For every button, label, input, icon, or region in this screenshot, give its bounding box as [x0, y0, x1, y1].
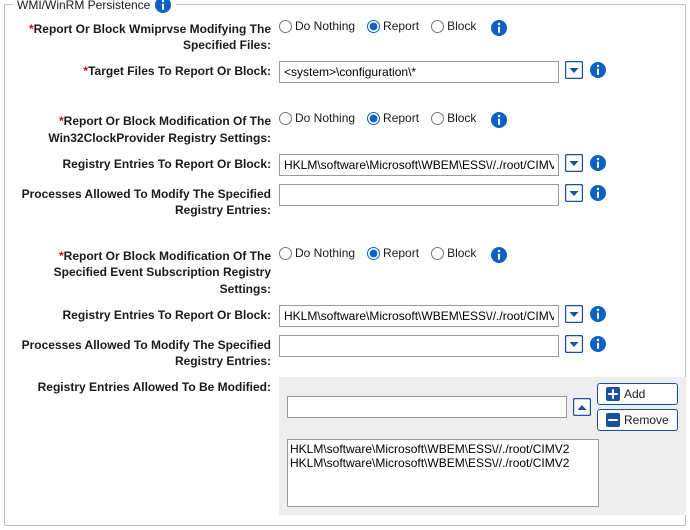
s3-proc-input[interactable] [279, 335, 559, 357]
s1-action-row: *Report Or Block Wmiprvse Modifying The … [11, 19, 679, 53]
s2-proc-input[interactable] [279, 184, 559, 206]
s3-radio-group: Do Nothing Report Block [279, 246, 484, 260]
plus-icon [606, 387, 620, 401]
s1-radio-group: Do Nothing Report Block [279, 19, 484, 33]
collapse-icon[interactable] [573, 398, 591, 416]
s1-radio-do-nothing[interactable]: Do Nothing [279, 19, 355, 33]
s1-target-label: *Target Files To Report Or Block: [11, 61, 271, 79]
s3-action-row: *Report Or Block Modification Of The Spe… [11, 246, 679, 297]
s2-action-row: *Report Or Block Modification Of The Win… [11, 111, 679, 145]
s2-reg-row: Registry Entries To Report Or Block: [11, 154, 679, 176]
s1-label: *Report Or Block Wmiprvse Modifying The … [11, 19, 271, 53]
s3-radio-do-nothing[interactable]: Do Nothing [279, 246, 355, 260]
s3-proc-row: Processes Allowed To Modify The Specifie… [11, 335, 679, 369]
dropdown-icon[interactable] [565, 184, 583, 202]
s2-proc-label: Processes Allowed To Modify The Specifie… [11, 184, 271, 218]
s1-target-row: *Target Files To Report Or Block: [11, 61, 679, 83]
info-icon[interactable] [589, 184, 607, 202]
panel-legend: WMI/WinRM Persistence [13, 0, 176, 14]
s3-allowed-row: Registry Entries Allowed To Be Modified:… [11, 377, 679, 515]
s1-radio-block[interactable]: Block [431, 19, 476, 33]
remove-button[interactable]: Remove [597, 409, 678, 431]
s2-radio-group: Do Nothing Report Block [279, 111, 484, 125]
add-button[interactable]: Add [597, 383, 678, 405]
s3-reg-input[interactable] [279, 305, 559, 327]
s2-radio-do-nothing[interactable]: Do Nothing [279, 111, 355, 125]
dropdown-icon[interactable] [565, 305, 583, 323]
info-icon[interactable] [154, 0, 172, 14]
s2-reg-input[interactable] [279, 154, 559, 176]
s3-allowed-input[interactable] [287, 396, 567, 418]
s3-radio-block[interactable]: Block [431, 246, 476, 260]
panel-title: WMI/WinRM Persistence [17, 0, 150, 12]
wmi-winrm-persistence-panel: WMI/WinRM Persistence *Report Or Block W… [4, 4, 686, 526]
dropdown-icon[interactable] [565, 154, 583, 172]
s3-allowed-label: Registry Entries Allowed To Be Modified: [11, 377, 271, 395]
s3-radio-report[interactable]: Report [367, 246, 419, 260]
info-icon[interactable] [589, 61, 607, 79]
info-icon[interactable] [589, 154, 607, 172]
s2-radio-block[interactable]: Block [431, 111, 476, 125]
info-icon[interactable] [589, 335, 607, 353]
s3-reg-row: Registry Entries To Report Or Block: [11, 305, 679, 327]
s2-label: *Report Or Block Modification Of The Win… [11, 111, 271, 145]
s3-allowed-list[interactable] [287, 439, 599, 507]
s2-proc-row: Processes Allowed To Modify The Specifie… [11, 184, 679, 218]
s3-reg-label: Registry Entries To Report Or Block: [11, 305, 271, 323]
s2-reg-label: Registry Entries To Report Or Block: [11, 154, 271, 172]
minus-icon [606, 413, 620, 427]
s3-label: *Report Or Block Modification Of The Spe… [11, 246, 271, 297]
info-icon[interactable] [589, 305, 607, 323]
s3-allowed-group: Add Remove [279, 377, 686, 515]
s1-radio-report[interactable]: Report [367, 19, 419, 33]
s3-proc-label: Processes Allowed To Modify The Specifie… [11, 335, 271, 369]
dropdown-icon[interactable] [565, 335, 583, 353]
dropdown-icon[interactable] [565, 61, 583, 79]
s1-target-input[interactable] [279, 61, 559, 83]
info-icon[interactable] [490, 19, 508, 37]
s2-radio-report[interactable]: Report [367, 111, 419, 125]
info-icon[interactable] [490, 246, 508, 264]
info-icon[interactable] [490, 111, 508, 129]
